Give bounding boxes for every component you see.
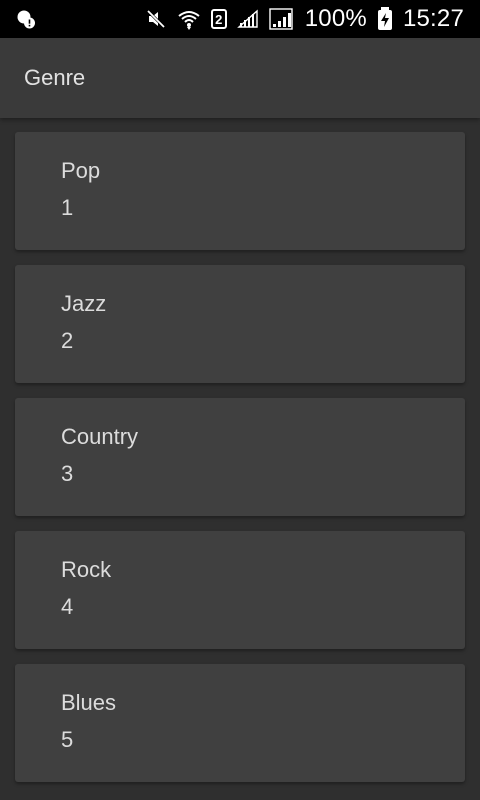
genre-card-jazz[interactable]: Jazz 2: [15, 265, 465, 383]
muted-speaker-icon: [145, 8, 167, 30]
genre-card-country[interactable]: Country 3: [15, 398, 465, 516]
clock-time: 15:27: [402, 5, 464, 32]
genre-card-pop[interactable]: Pop 1: [15, 132, 465, 250]
signal-icon: [236, 9, 259, 29]
genre-name: Pop: [61, 158, 101, 183]
genre-count: 1: [61, 195, 74, 220]
genre-count: 3: [61, 461, 74, 486]
sim-indicator-badge: 2: [210, 9, 227, 29]
status-left: [16, 0, 36, 38]
genre-card-rock[interactable]: Rock 4: [15, 531, 465, 649]
notification-alert-icon: [16, 9, 36, 29]
genre-name: Jazz: [61, 291, 107, 316]
status-right: 2 100% 15:27: [145, 0, 464, 38]
genre-name: Blues: [61, 690, 117, 715]
wifi-icon: [177, 8, 201, 30]
genre-name: Rock: [61, 557, 112, 582]
page-title: Genre: [24, 65, 86, 90]
genre-count: 4: [61, 594, 74, 619]
signal-icon: [269, 8, 295, 30]
battery-percentage: 100%: [304, 5, 367, 32]
status-bar: 2 100% 15:27: [0, 0, 480, 38]
genre-name: Country: [61, 424, 139, 449]
genre-count: 5: [61, 727, 74, 752]
genre-card-blues[interactable]: Blues 5: [15, 664, 465, 782]
app-header: Genre: [0, 38, 480, 118]
genre-count: 2: [61, 328, 74, 353]
genre-list: Pop 1 Jazz 2 Country 3 Rock 4 Blues 5: [0, 118, 480, 782]
battery-charging-icon: [377, 7, 393, 31]
